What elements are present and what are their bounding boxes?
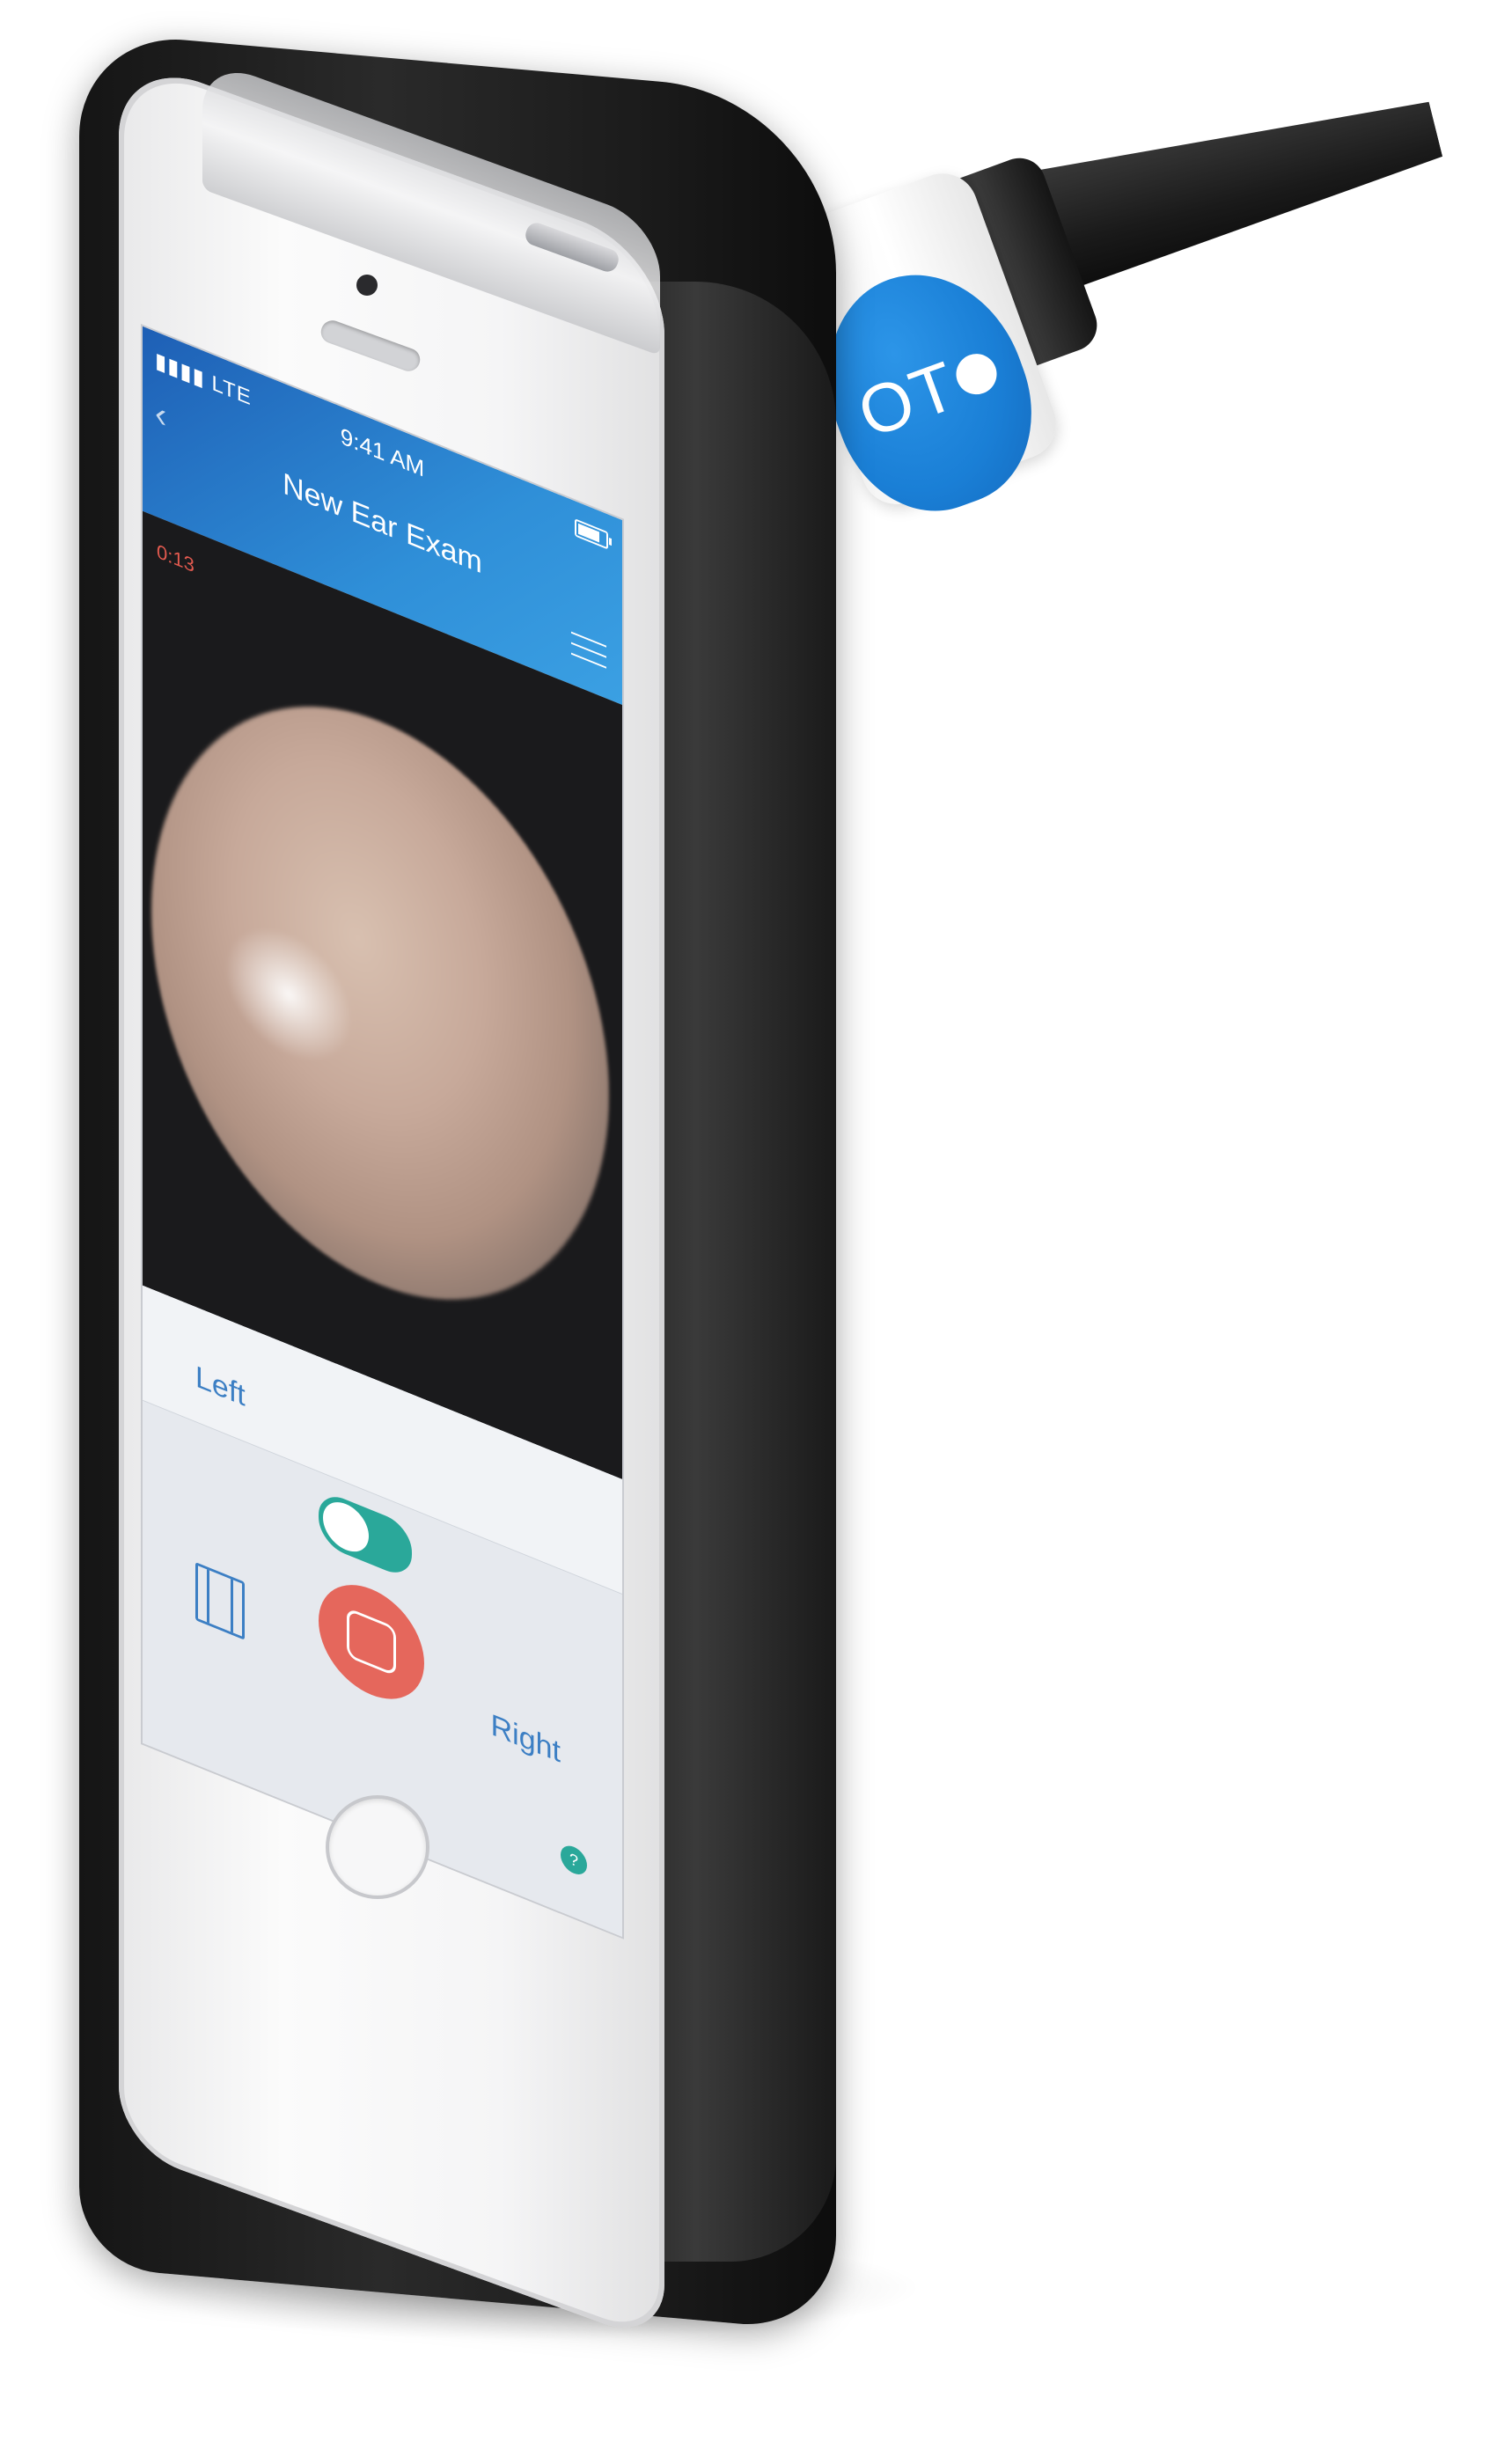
film-gallery-icon[interactable] xyxy=(195,1562,245,1640)
stop-square-icon xyxy=(347,1607,396,1677)
hamburger-menu-icon[interactable] xyxy=(571,631,606,674)
oto-logo-text: OT xyxy=(848,345,968,452)
eardrum-image xyxy=(151,628,609,1377)
help-button[interactable]: ? xyxy=(561,1841,587,1879)
oto-logo-dot xyxy=(950,348,1003,400)
product-scene: OT ▮▮▮▮ LTE 9:41 AM ‹ New Ear Exam 0:13 xyxy=(0,0,1497,2464)
right-ear-label[interactable]: Right xyxy=(491,1708,561,1771)
app-screen: ▮▮▮▮ LTE 9:41 AM ‹ New Ear Exam 0:13 Lef… xyxy=(141,324,624,1940)
recording-timer: 0:13 xyxy=(157,539,194,577)
left-ear-label[interactable]: Left xyxy=(195,1360,246,1414)
front-camera xyxy=(356,275,378,296)
toggle-knob xyxy=(323,1494,369,1559)
home-button[interactable] xyxy=(326,1795,429,1899)
record-button[interactable] xyxy=(319,1567,424,1717)
